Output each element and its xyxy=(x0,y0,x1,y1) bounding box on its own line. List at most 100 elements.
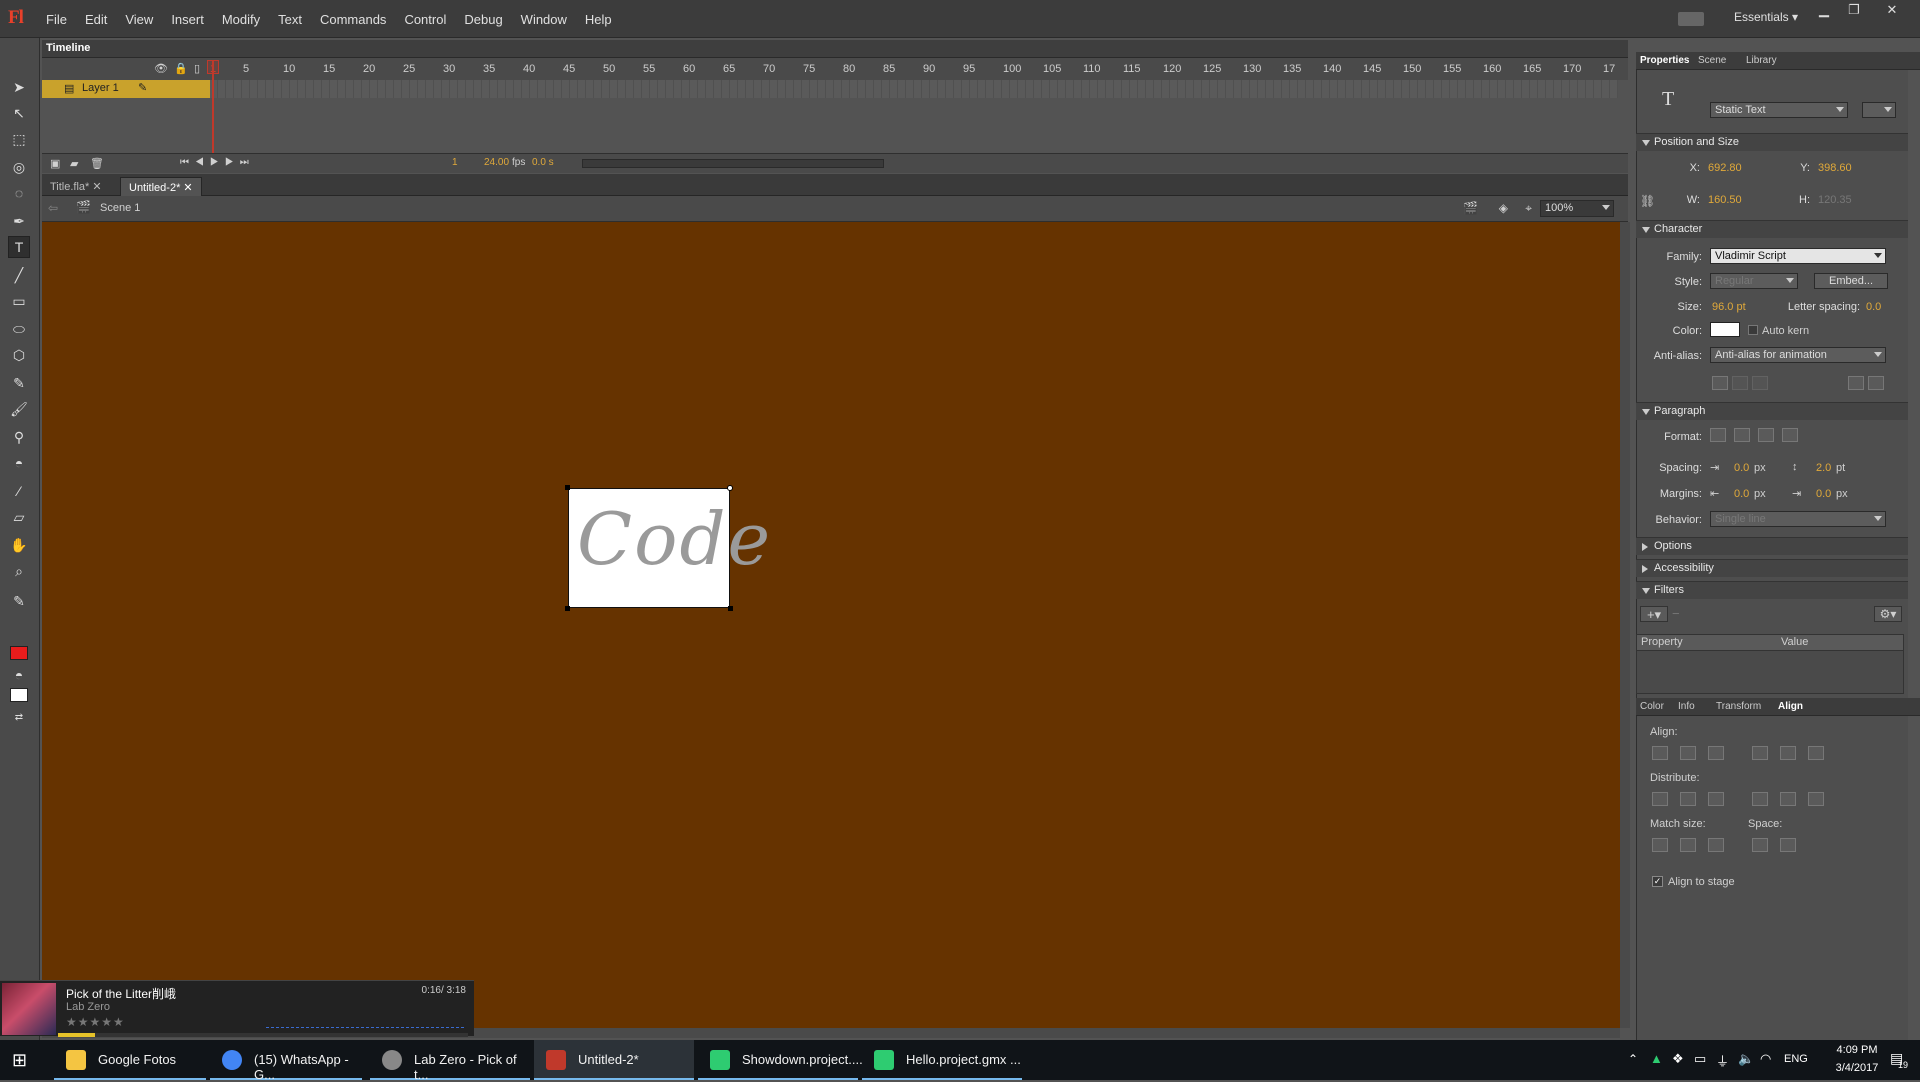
letter-spacing-value[interactable]: 0.0 xyxy=(1866,301,1881,313)
filter-options-gear-icon[interactable]: ⚙▾ xyxy=(1874,606,1902,622)
playback-controls[interactable]: ⏮◀▶▶⏭ xyxy=(180,157,255,168)
oval-tool-icon[interactable]: ⬭ xyxy=(8,318,30,340)
add-filter-button[interactable]: +▾ xyxy=(1640,606,1668,622)
stroke-color-swatch[interactable] xyxy=(10,646,28,660)
new-folder-icon[interactable]: ▰ xyxy=(70,157,78,170)
volume-icon[interactable]: 🔈 xyxy=(1738,1051,1754,1067)
left-margin-value[interactable]: 0.0 xyxy=(1734,488,1749,500)
taskbar-item-whatsapp[interactable]: (15) WhatsApp - G... xyxy=(210,1040,362,1082)
stage[interactable] xyxy=(42,222,1620,1028)
timeline-tab[interactable]: Timeline xyxy=(46,42,90,54)
menu-control[interactable]: Control xyxy=(404,12,446,27)
fps-value[interactable]: 24.00 xyxy=(484,157,509,168)
menu-file[interactable]: File xyxy=(46,12,67,27)
menu-text[interactable]: Text xyxy=(278,12,302,27)
rating-stars[interactable]: ★★★★★ xyxy=(66,1015,125,1029)
static-text-field[interactable]: Code xyxy=(565,485,770,611)
layer-row[interactable]: ▤ Layer 1 ✎ xyxy=(42,80,210,98)
line-spacing-value[interactable]: 2.0 xyxy=(1816,462,1831,474)
section-character[interactable]: Character xyxy=(1636,220,1908,238)
layer-frames[interactable] xyxy=(210,80,1618,98)
workspace-switcher[interactable]: Essentials ▾ xyxy=(1734,10,1798,24)
swap-colors-icon[interactable]: ⇄ xyxy=(8,706,30,728)
y-value[interactable]: 398.60 xyxy=(1818,162,1852,174)
free-transform-tool-icon[interactable]: ⬚ xyxy=(8,128,30,150)
distribute-vcenter-icon[interactable] xyxy=(1680,792,1696,806)
menu-view[interactable]: View xyxy=(125,12,153,27)
align-center-icon[interactable] xyxy=(1734,428,1750,442)
close-window-button[interactable]: ✕ xyxy=(1880,2,1904,18)
vertical-scrollbar[interactable] xyxy=(1620,222,1630,1028)
timeline-ruler[interactable]: 👁 🔒 ▯ 1510152025303540455055606570758085… xyxy=(42,58,1628,80)
line-tool-icon[interactable]: ╱ xyxy=(8,264,30,286)
restore-button[interactable]: ❐ xyxy=(1842,2,1866,18)
menu-window[interactable]: Window xyxy=(521,12,567,27)
menu-modify[interactable]: Modify xyxy=(222,12,260,27)
tab-properties[interactable]: Properties xyxy=(1640,55,1689,66)
paint-bucket-tool-icon[interactable]: ◓ xyxy=(8,452,30,474)
auto-kern-checkbox[interactable] xyxy=(1748,325,1758,335)
text-tool-icon[interactable]: T xyxy=(8,236,30,258)
align-to-stage-checkbox[interactable]: ✓ xyxy=(1652,876,1663,887)
lock-icon[interactable]: 🔒 xyxy=(174,62,188,75)
align-top-edge-icon[interactable] xyxy=(1752,746,1768,760)
taskbar-item-hello[interactable]: Hello.project.gmx ... xyxy=(862,1040,1022,1080)
progress-track[interactable] xyxy=(58,1033,468,1037)
tab-info[interactable]: Info xyxy=(1678,701,1695,712)
clock-time[interactable]: 4:09 PM xyxy=(1827,1044,1887,1056)
fill-color-icon[interactable]: ◓ xyxy=(8,664,30,686)
language-indicator[interactable]: ENG xyxy=(1784,1053,1808,1065)
menu-debug[interactable]: Debug xyxy=(464,12,502,27)
tab-transform[interactable]: Transform xyxy=(1716,701,1761,712)
battery-icon[interactable]: ▭ xyxy=(1694,1051,1706,1067)
eraser-tool-icon[interactable]: ▱ xyxy=(8,506,30,528)
menu-insert[interactable]: Insert xyxy=(171,12,204,27)
space-vertical-icon[interactable] xyxy=(1752,838,1768,852)
drive-icon[interactable]: ▲ xyxy=(1650,1051,1663,1066)
font-size-value[interactable]: 96.0 pt xyxy=(1712,301,1746,313)
distribute-hcenter-icon[interactable] xyxy=(1780,792,1796,806)
eyedropper-tool-icon[interactable]: ⁄ xyxy=(8,480,30,502)
section-position-size[interactable]: Position and Size xyxy=(1636,133,1908,151)
align-horizontal-center-icon[interactable] xyxy=(1680,746,1696,760)
brush-tool-icon[interactable]: 🖌 xyxy=(8,398,30,420)
usb-icon[interactable]: ⏚ xyxy=(1716,1051,1729,1070)
section-accessibility[interactable]: Accessibility xyxy=(1636,559,1908,577)
tab-scene[interactable]: Scene xyxy=(1698,55,1726,66)
align-left-icon[interactable] xyxy=(1710,428,1726,442)
pen-tool-icon[interactable]: ✒ xyxy=(8,210,30,232)
align-bottom-edge-icon[interactable] xyxy=(1808,746,1824,760)
tab-title-fla[interactable]: Title.fla* ✕ xyxy=(42,177,110,196)
delete-layer-icon[interactable]: 🗑 xyxy=(90,157,104,170)
eye-icon[interactable]: 👁 xyxy=(154,62,168,75)
polystar-tool-icon[interactable]: ⬡ xyxy=(8,344,30,366)
match-both-icon[interactable] xyxy=(1708,838,1724,852)
indent-value[interactable]: 0.0 xyxy=(1734,462,1749,474)
selection-handle[interactable] xyxy=(565,485,570,490)
timeline-scrollbar[interactable] xyxy=(582,159,884,168)
font-family-select[interactable]: Vladimir Script xyxy=(1710,248,1886,264)
tab-library[interactable]: Library xyxy=(1746,55,1777,66)
playhead[interactable] xyxy=(212,60,214,155)
selection-tool-icon[interactable]: ➤ xyxy=(8,76,30,98)
align-left-edge-icon[interactable] xyxy=(1652,746,1668,760)
rectangle-tool-icon[interactable]: ▭ xyxy=(8,290,30,312)
menu-commands[interactable]: Commands xyxy=(320,12,386,27)
close-tab-icon[interactable]: ✕ xyxy=(183,182,192,194)
text-color-swatch[interactable] xyxy=(1710,322,1740,337)
outline-icon[interactable]: ▯ xyxy=(194,62,200,75)
pencil-tool-icon[interactable]: ✎ xyxy=(8,372,30,394)
back-arrow-icon[interactable]: ⇦ xyxy=(48,201,58,215)
align-right-icon[interactable] xyxy=(1758,428,1774,442)
edit-scene-icon[interactable]: 🎬 xyxy=(1463,201,1478,215)
distribute-left-icon[interactable] xyxy=(1752,792,1768,806)
space-horizontal-icon[interactable] xyxy=(1780,838,1796,852)
zoom-tool-icon[interactable]: ⌕ xyxy=(8,560,30,582)
section-filters[interactable]: Filters xyxy=(1636,581,1908,599)
distribute-right-icon[interactable] xyxy=(1808,792,1824,806)
scene-name[interactable]: Scene 1 xyxy=(100,202,140,214)
minimize-button[interactable]: ▁ xyxy=(1812,2,1836,18)
text-orientation-select[interactable] xyxy=(1862,102,1896,118)
match-height-icon[interactable] xyxy=(1680,838,1696,852)
selectable-text-icon[interactable] xyxy=(1712,376,1728,390)
